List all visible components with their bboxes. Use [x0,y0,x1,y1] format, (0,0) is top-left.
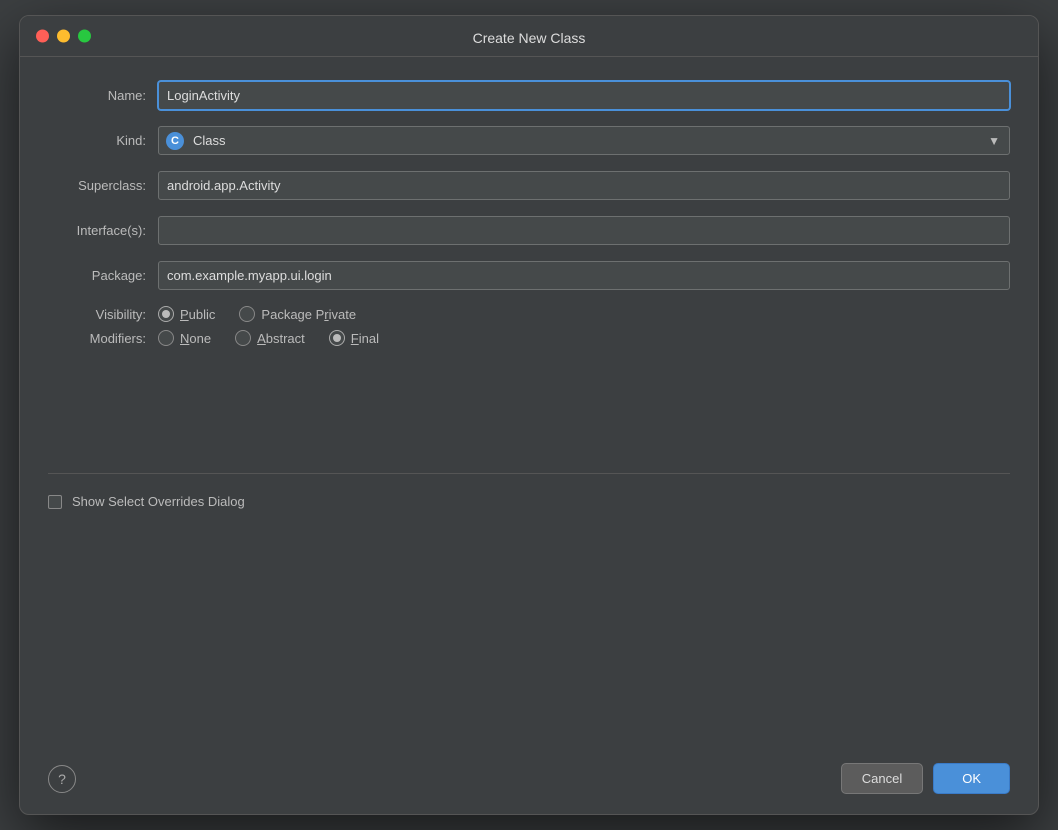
modifiers-row: Modifiers: None Abstract Final [48,330,1010,346]
modifier-final-radio[interactable] [329,330,345,346]
superclass-input[interactable] [158,171,1010,200]
kind-select-wrapper: C Class Interface Enum Annotation ▼ [158,126,1010,155]
visibility-public-label: Public [180,307,215,322]
ok-button[interactable]: OK [933,763,1010,794]
name-row: Name: [48,81,1010,110]
window-controls [36,30,91,43]
maximize-button[interactable] [78,30,91,43]
name-input[interactable] [158,81,1010,110]
visibility-public-option[interactable]: Public [158,306,215,322]
modifier-final-label: Final [351,331,379,346]
overrides-checkbox-row: Show Select Overrides Dialog [48,494,1010,509]
button-row: ? Cancel OK [20,747,1038,814]
create-new-class-dialog: Create New Class Name: Kind: C Class Int… [19,15,1039,815]
minimize-button[interactable] [57,30,70,43]
modifier-none-radio[interactable] [158,330,174,346]
modifier-none-option[interactable]: None [158,330,211,346]
visibility-radio-group: Public Package Private [158,306,356,322]
kind-row: Kind: C Class Interface Enum Annotation … [48,126,1010,155]
name-label: Name: [48,88,158,103]
package-row: Package: [48,261,1010,290]
modifier-abstract-label: Abstract [257,331,305,346]
modifier-none-label: None [180,331,211,346]
visibility-package-private-label: Package Private [261,307,356,322]
interfaces-input[interactable] [158,216,1010,245]
dialog-body: Name: Kind: C Class Interface Enum Annot… [20,57,1038,747]
interfaces-row: Interface(s): [48,216,1010,245]
modifiers-radio-group: None Abstract Final [158,330,379,346]
visibility-package-private-option[interactable]: Package Private [239,306,356,322]
visibility-public-radio[interactable] [158,306,174,322]
kind-select[interactable]: Class Interface Enum Annotation [158,126,1010,155]
close-button[interactable] [36,30,49,43]
title-bar: Create New Class [20,16,1038,57]
package-input[interactable] [158,261,1010,290]
overrides-checkbox-label: Show Select Overrides Dialog [72,494,245,509]
modifier-abstract-radio[interactable] [235,330,251,346]
interfaces-label: Interface(s): [48,223,158,238]
visibility-row: Visibility: Public Package Private [48,306,1010,322]
kind-label: Kind: [48,133,158,148]
modifier-abstract-option[interactable]: Abstract [235,330,305,346]
help-button[interactable]: ? [48,765,76,793]
dialog-title: Create New Class [473,30,586,46]
modifier-final-option[interactable]: Final [329,330,379,346]
superclass-label: Superclass: [48,178,158,193]
action-buttons: Cancel OK [841,763,1010,794]
modifiers-label: Modifiers: [48,331,158,346]
cancel-button[interactable]: Cancel [841,763,923,794]
overrides-checkbox[interactable] [48,495,62,509]
divider [48,473,1010,474]
package-label: Package: [48,268,158,283]
visibility-package-private-radio[interactable] [239,306,255,322]
visibility-label: Visibility: [48,307,158,322]
superclass-row: Superclass: [48,171,1010,200]
